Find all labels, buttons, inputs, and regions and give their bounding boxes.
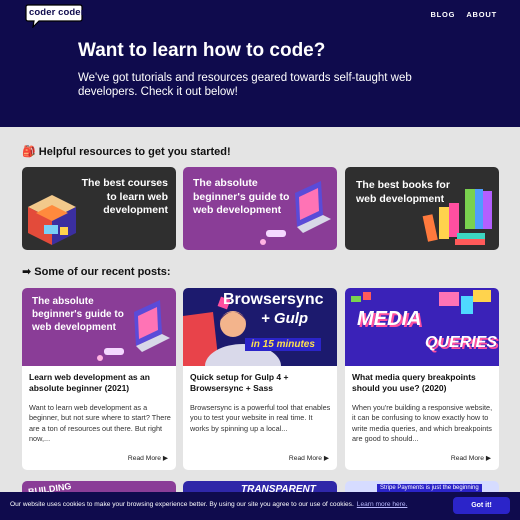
hero-title: Want to learn how to code? xyxy=(78,40,326,61)
cookie-message-row: Our website uses cookies to make your br… xyxy=(10,501,407,508)
resource-card-courses[interactable]: The best courses to learn web developmen… xyxy=(22,167,176,250)
recent-posts-heading: ➡ Some of our recent posts: xyxy=(22,266,171,278)
resource-card-beginner-guide[interactable]: The absolute beginner's guide to web dev… xyxy=(183,167,337,250)
nav-about-link[interactable]: ABOUT xyxy=(466,10,497,19)
post-title: Learn web development as an absolute beg… xyxy=(29,372,150,393)
resource-card-title: The best books for web development xyxy=(356,179,450,205)
cookie-accept-button[interactable]: Got it! xyxy=(453,497,510,514)
site-logo[interactable]: coder coder! xyxy=(25,4,88,28)
post-thumbnail: The absolute beginner's guide to web dev… xyxy=(22,288,176,366)
post-excerpt: Browsersync is a powerful tool that enab… xyxy=(190,403,331,433)
post-thumbnail: MEDIA QUERIES xyxy=(345,288,499,366)
thumbnail-badge: in 15 minutes xyxy=(245,338,321,351)
thumbnail-text: The absolute beginner's guide to web dev… xyxy=(32,296,124,333)
cookie-consent-bar: Our website uses cookies to make your br… xyxy=(0,492,520,520)
thumbnail-word-2: QUERIES xyxy=(425,334,498,351)
resource-card-title: The absolute beginner's guide to web dev… xyxy=(193,177,290,216)
post-excerpt: Want to learn web development as a begin… xyxy=(29,403,171,443)
read-more-link[interactable]: Read More ▶ xyxy=(128,454,168,462)
read-more-link[interactable]: Read More ▶ xyxy=(451,454,491,462)
cookie-message: Our website uses cookies to make your br… xyxy=(10,501,354,508)
thumbnail-word-1: MEDIA xyxy=(357,308,422,330)
thumbnail-subtitle: + Gulp xyxy=(261,310,309,327)
post-card[interactable]: Browsersync + Gulp in 15 minutes Quick s… xyxy=(183,288,337,470)
nav-blog-link[interactable]: BLOG xyxy=(430,10,455,19)
hero-subtitle: We've got tutorials and resources geared… xyxy=(78,72,412,98)
read-more-link[interactable]: Read More ▶ xyxy=(289,454,329,462)
post-excerpt: When you're building a responsive websit… xyxy=(352,403,493,443)
hero-banner: coder coder! BLOG ABOUT Want to learn ho… xyxy=(0,0,520,127)
thumbnail-text: Stripe Payments is just the beginning xyxy=(377,484,482,492)
cookie-learn-more-link[interactable]: Learn more here. xyxy=(357,501,408,508)
post-card[interactable]: MEDIA QUERIES What media query breakpoin… xyxy=(345,288,499,470)
resource-card-books[interactable]: The best books for web development xyxy=(345,167,499,250)
post-card[interactable]: The absolute beginner's guide to web dev… xyxy=(22,288,176,470)
logo-text: coder coder! xyxy=(29,7,88,18)
post-thumbnail: Browsersync + Gulp in 15 minutes xyxy=(183,288,337,366)
resource-card-title: The best courses to learn web developmen… xyxy=(81,177,168,216)
resources-heading: 🎒 Helpful resources to get you started! xyxy=(22,146,231,158)
thumbnail-brand: Browsersync xyxy=(223,291,324,308)
post-title: Quick setup for Gulp 4 + Browsersync + S… xyxy=(190,372,289,393)
post-title: What media query breakpoints should you … xyxy=(352,372,476,393)
top-nav: BLOG ABOUT xyxy=(430,10,497,19)
